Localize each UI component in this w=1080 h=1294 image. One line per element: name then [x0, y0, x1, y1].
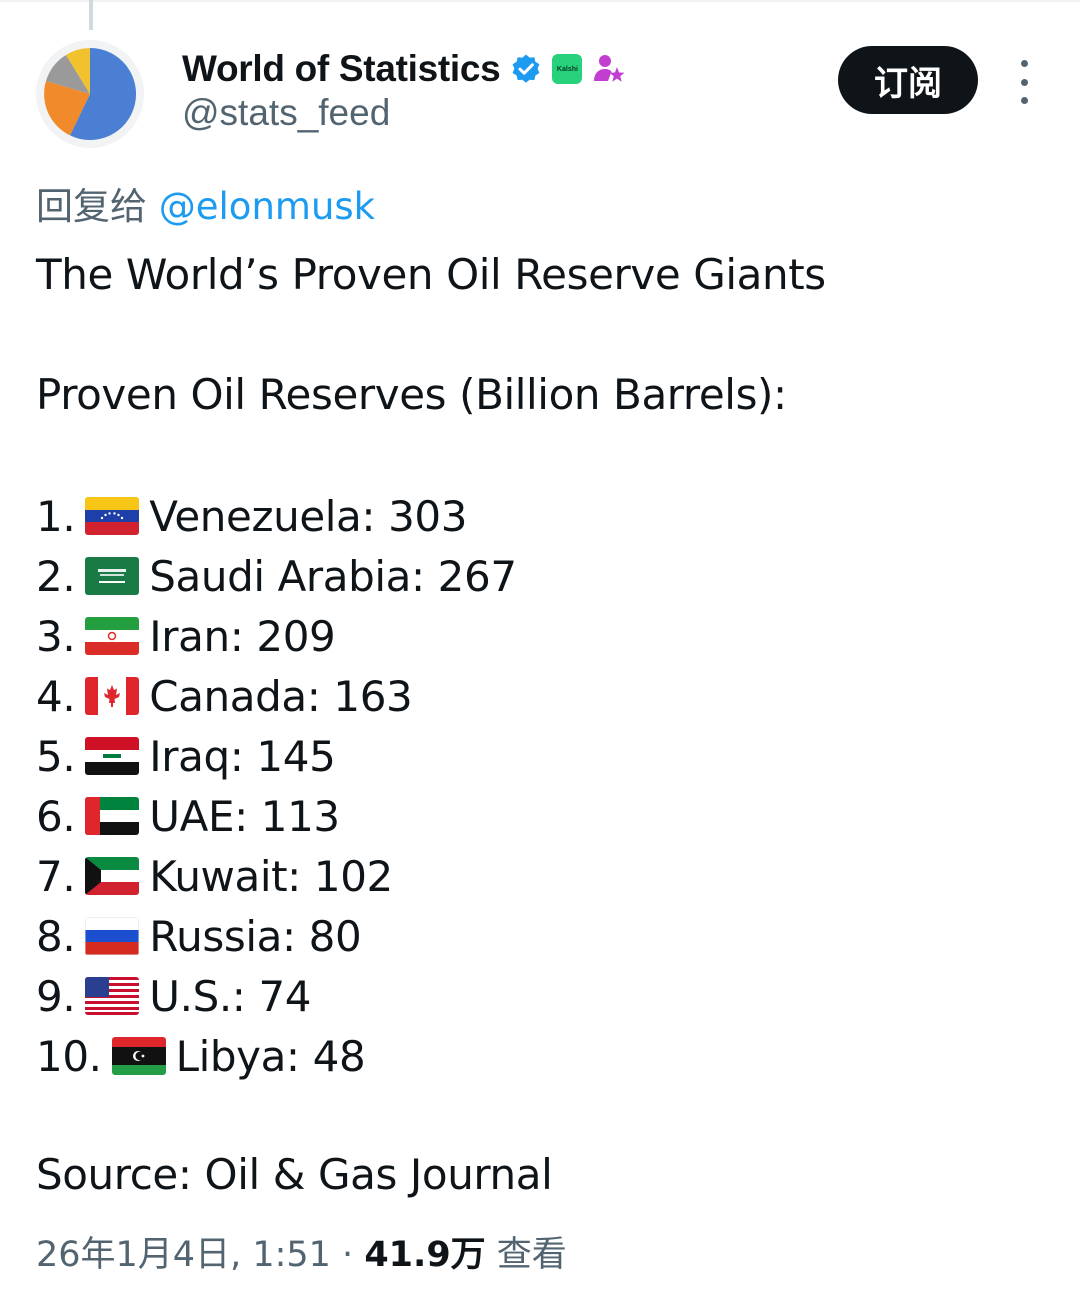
list-rank: 3. [36, 611, 76, 661]
meta-separator: · [330, 1235, 365, 1275]
tweet-timestamp[interactable]: 26年1月4日, 1:51 [36, 1235, 331, 1275]
list-country: Iraq: 145 [149, 731, 336, 781]
list-item: 8. Russia: 80 [36, 906, 362, 966]
author-handle[interactable]: @stats_feed [182, 92, 390, 134]
list-country: Venezuela: 303 [149, 491, 468, 541]
verified-badge-icon[interactable] [510, 53, 542, 85]
canada-flag-icon [85, 677, 140, 715]
pie-chart-logo-icon [44, 47, 137, 140]
reply-prefix: 回复给 [36, 185, 147, 228]
kalshi-affiliate-label: Kalshi [556, 65, 578, 73]
list-rank: 10. [36, 1031, 102, 1081]
list-rank: 2. [36, 551, 76, 601]
list-item: 1. Venezuela: 303 [36, 486, 467, 546]
list-country: U.S.: 74 [149, 971, 312, 1021]
list-rank: 7. [36, 851, 76, 901]
views-label: 查看 [485, 1235, 567, 1275]
list-country: UAE: 113 [149, 791, 340, 841]
russia-flag-icon [85, 917, 140, 955]
list-rank: 5. [36, 731, 76, 781]
author-name-row: World of Statistics Kalshi [182, 44, 626, 94]
list-country: Kuwait: 102 [149, 851, 393, 901]
kuwait-flag-icon [85, 857, 140, 895]
list-item: 7. Kuwait: 102 [36, 846, 393, 906]
thread-connector-line [89, 0, 93, 30]
author-display-name[interactable]: World of Statistics [182, 48, 501, 90]
list-country: Iran: 209 [149, 611, 336, 661]
tweet-headline: The World’s Proven Oil Reserve Giants [36, 250, 826, 299]
list-item: 9. U.S.: 74 [36, 966, 312, 1026]
tweet-subheading: Proven Oil Reserves (Billion Barrels): [36, 370, 787, 419]
list-rank: 6. [36, 791, 76, 841]
reply-context: 回复给 @elonmusk [36, 176, 375, 230]
usa-flag-icon [85, 977, 140, 1015]
list-item: 10. Libya: 48 [36, 1026, 366, 1086]
avatar[interactable] [36, 40, 144, 148]
iran-flag-icon [85, 617, 140, 655]
subscriber-star-icon[interactable] [592, 52, 626, 86]
venezuela-flag-icon [85, 497, 140, 535]
list-item: 6. UAE: 113 [36, 786, 340, 846]
list-country: Saudi Arabia: 267 [149, 551, 517, 601]
list-rank: 4. [36, 671, 76, 721]
more-options-icon[interactable] [1010, 60, 1038, 104]
list-rank: 9. [36, 971, 76, 1021]
list-country: Canada: 163 [149, 671, 413, 721]
uae-flag-icon [85, 797, 140, 835]
list-item: 3. Iran: 209 [36, 606, 336, 666]
iraq-flag-icon [85, 737, 140, 775]
subscribe-button[interactable]: 订阅 [838, 46, 978, 114]
list-rank: 1. [36, 491, 76, 541]
tweet-meta: 26年1月4日, 1:51 · 41.9万 查看 [36, 1226, 567, 1277]
top-divider [0, 0, 1080, 2]
list-item: 4. Canada: 163 [36, 666, 413, 726]
kalshi-affiliate-icon[interactable]: Kalshi [552, 54, 583, 84]
list-item: 5. Iraq: 145 [36, 726, 336, 786]
list-country: Libya: 48 [175, 1031, 366, 1081]
saudi-arabia-flag-icon [85, 557, 140, 595]
libya-flag-icon [111, 1037, 166, 1075]
views-count: 41.9万 [364, 1235, 486, 1275]
list-rank: 8. [36, 911, 76, 961]
list-item: 2. Saudi Arabia: 267 [36, 546, 517, 606]
list-country: Russia: 80 [149, 911, 362, 961]
reply-mention-link[interactable]: @elonmusk [159, 185, 375, 228]
tweet-source: Source: Oil & Gas Journal [36, 1150, 553, 1199]
